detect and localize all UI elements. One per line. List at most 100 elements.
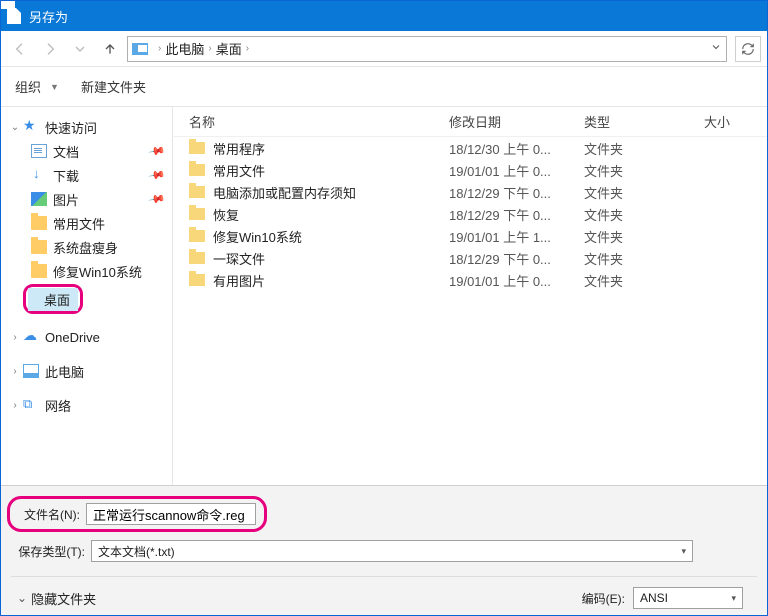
chevron-down-icon: ▾ xyxy=(731,593,736,604)
folder-icon xyxy=(189,142,205,154)
file-date: 18/12/29 下午 0... xyxy=(449,249,584,268)
encoding-value: ANSI xyxy=(640,591,668,605)
nav-up-button[interactable] xyxy=(97,36,123,62)
folder-icon xyxy=(31,240,47,254)
tree-desktop-selected[interactable]: 桌面 xyxy=(23,285,168,313)
file-type: 文件夹 xyxy=(584,227,704,246)
download-icon xyxy=(31,168,47,182)
file-type: 文件夹 xyxy=(584,183,704,202)
highlight-ring: 文件名(N): xyxy=(7,496,267,532)
tree-label: 系统盘瘦身 xyxy=(53,238,118,257)
list-item[interactable]: 常用程序 18/12/30 上午 0...文件夹 xyxy=(173,137,767,159)
tree-label: 网络 xyxy=(45,396,71,415)
list-item[interactable]: 有用图片19/01/01 上午 0...文件夹 xyxy=(173,269,767,291)
organize-label: 组织 xyxy=(15,77,41,96)
breadcrumb-sep-icon: › xyxy=(208,43,211,54)
col-size[interactable]: 大小 xyxy=(704,112,767,131)
window-title: 另存为 xyxy=(29,7,68,26)
file-name: 一琛文件 xyxy=(213,249,265,268)
tree-label: 下载 xyxy=(53,166,79,185)
col-name[interactable]: 名称 xyxy=(189,112,449,131)
col-type[interactable]: 类型 xyxy=(584,112,704,131)
filename-input[interactable] xyxy=(86,503,256,525)
filename-label: 文件名(N): xyxy=(18,506,80,523)
nav-forward-button[interactable] xyxy=(37,36,63,62)
tree-fix-win10[interactable]: 修复Win10系统 xyxy=(1,259,172,283)
hide-folders-toggle[interactable]: 隐藏文件夹 xyxy=(31,589,96,608)
folder-icon xyxy=(189,186,205,198)
breadcrumb-sep-icon: › xyxy=(246,43,249,54)
file-type: 文件夹 xyxy=(584,205,704,224)
pin-icon: 📌 xyxy=(148,142,167,161)
breadcrumb-root[interactable]: 此电脑 xyxy=(165,39,204,58)
filename-field: 文件名(N): xyxy=(11,496,757,532)
folder-icon xyxy=(189,208,205,220)
refresh-button[interactable] xyxy=(735,36,761,62)
address-dropdown-icon[interactable] xyxy=(710,41,722,56)
file-type: 文件夹 xyxy=(584,139,704,158)
new-folder-label: 新建文件夹 xyxy=(81,77,146,96)
bottom-panel: 文件名(N): 保存类型(T): 文本文档(*.txt) ▾ ⌄ 隐藏文件夹 编… xyxy=(1,485,767,615)
tree-this-pc[interactable]: › 此电脑 xyxy=(1,359,172,383)
list-item[interactable]: 常用文件19/01/01 上午 0...文件夹 xyxy=(173,159,767,181)
list-item[interactable]: 一琛文件 18/12/29 下午 0...文件夹 xyxy=(173,247,767,269)
location-icon xyxy=(132,43,148,55)
network-icon xyxy=(23,398,39,412)
tree-documents[interactable]: 文档 📌 xyxy=(1,139,172,163)
file-name: 恢复 xyxy=(213,205,239,224)
new-folder-button[interactable]: 新建文件夹 xyxy=(81,77,146,96)
footer-row: ⌄ 隐藏文件夹 编码(E): ANSI ▾ xyxy=(11,576,757,609)
organize-button[interactable]: 组织 ▼ xyxy=(15,77,59,96)
col-modified[interactable]: 修改日期 xyxy=(449,112,584,131)
address-bar[interactable]: › 此电脑 › 桌面 › xyxy=(127,36,727,62)
breadcrumb-folder[interactable]: 桌面 xyxy=(216,39,242,58)
tree-sys-slim[interactable]: 系统盘瘦身 xyxy=(1,235,172,259)
chevron-down-icon: ▾ xyxy=(681,546,686,557)
column-headers: 名称 修改日期 类型 大小 xyxy=(173,107,767,137)
list-item[interactable]: 恢复18/12/29 下午 0...文件夹 xyxy=(173,203,767,225)
file-date: 18/12/29 下午 0... xyxy=(449,183,584,202)
file-name: 电脑添加或配置内存须知 xyxy=(213,183,356,202)
file-list: 名称 修改日期 类型 大小 常用程序18/12/30 上午 0...文件夹常用文… xyxy=(173,107,767,485)
star-icon xyxy=(23,120,39,134)
folder-icon xyxy=(189,164,205,176)
tree-label: 图片 xyxy=(53,190,79,209)
encoding-label: 编码(E): xyxy=(582,590,625,607)
nav-tree: ⌄ 快速访问 文档 📌 下载 📌 图片 📌 常用文件 xyxy=(1,107,173,485)
tree-label: 常用文件 xyxy=(53,214,105,233)
filetype-select[interactable]: 文本文档(*.txt) ▾ xyxy=(91,540,693,562)
tree-network[interactable]: › 网络 xyxy=(1,393,172,417)
nav-recent-dropdown[interactable] xyxy=(67,36,93,62)
tree-label: 桌面 xyxy=(44,290,70,309)
list-item[interactable]: 修复Win10系统19/01/01 上午 1...文件夹 xyxy=(173,225,767,247)
tree-onedrive[interactable]: › OneDrive xyxy=(1,325,172,349)
file-name: 修复Win10系统 xyxy=(213,227,302,246)
file-date: 19/01/01 上午 0... xyxy=(449,161,584,180)
encoding-select[interactable]: ANSI ▾ xyxy=(633,587,743,609)
pictures-icon xyxy=(31,192,47,206)
tree-freq-files[interactable]: 常用文件 xyxy=(1,211,172,235)
nav-back-button[interactable] xyxy=(7,36,33,62)
chevron-down-icon: ⌄ xyxy=(9,122,21,133)
file-rows: 常用程序18/12/30 上午 0...文件夹常用文件19/01/01 上午 0… xyxy=(173,137,767,291)
file-date: 19/01/01 上午 0... xyxy=(449,271,584,290)
tree-pictures[interactable]: 图片 📌 xyxy=(1,187,172,211)
command-bar: 组织 ▼ 新建文件夹 xyxy=(1,67,767,107)
tree-quick-access[interactable]: ⌄ 快速访问 xyxy=(1,115,172,139)
pin-icon: 📌 xyxy=(148,166,167,185)
tree-label: 文档 xyxy=(53,142,79,161)
tree-label: 修复Win10系统 xyxy=(53,262,142,281)
chevron-down-icon: ▼ xyxy=(50,82,59,92)
tree-downloads[interactable]: 下载 📌 xyxy=(1,163,172,187)
chevron-right-icon: › xyxy=(9,366,21,377)
file-name: 常用文件 xyxy=(213,161,265,180)
list-item[interactable]: 电脑添加或配置内存须知 18/12/29 下午 0...文件夹 xyxy=(173,181,767,203)
file-name: 常用程序 xyxy=(213,139,265,158)
file-date: 18/12/30 上午 0... xyxy=(449,139,584,158)
file-type: 文件夹 xyxy=(584,271,704,290)
document-icon xyxy=(31,144,47,158)
file-type: 文件夹 xyxy=(584,249,704,268)
pc-icon xyxy=(23,364,39,378)
main-split: ⌄ 快速访问 文档 📌 下载 📌 图片 📌 常用文件 xyxy=(1,107,767,485)
nav-row: › 此电脑 › 桌面 › xyxy=(1,31,767,67)
